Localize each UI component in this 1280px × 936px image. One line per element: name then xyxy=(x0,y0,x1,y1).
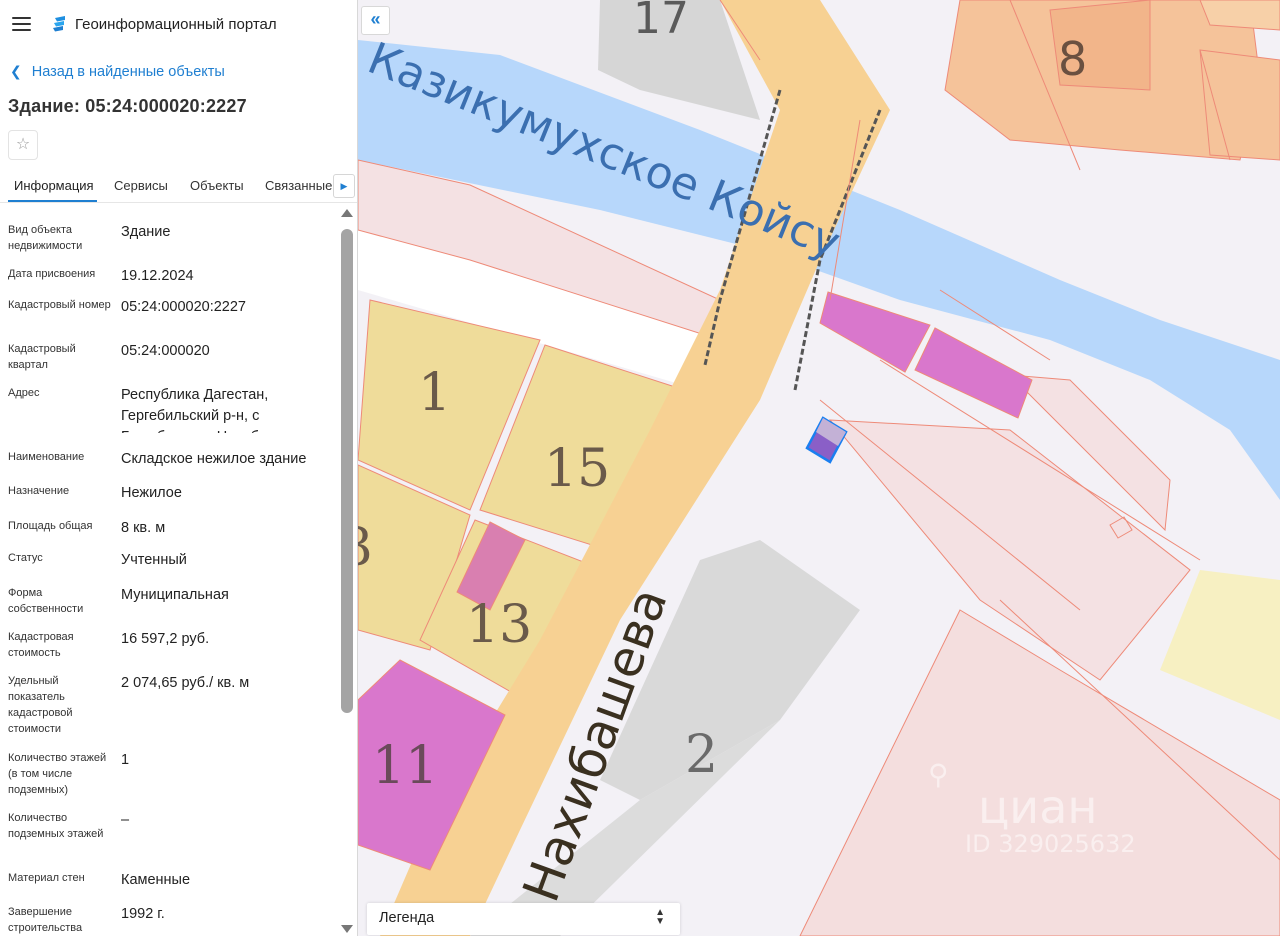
sort-arrows-icon: ▲ ▼ xyxy=(655,907,665,927)
parcel-number-1: 1 xyxy=(418,363,451,423)
parcel-number-17: 17 xyxy=(633,0,689,44)
active-tab-indicator xyxy=(8,200,97,202)
property-value: Складское нежилое здание xyxy=(121,451,307,467)
parcel-number-3: 3 xyxy=(358,518,373,578)
property-label: Количество подземных этажей xyxy=(8,812,104,840)
top-bar: Геоинформационный портал xyxy=(0,0,357,50)
location-pin-icon: ⚲ xyxy=(928,758,949,791)
app-title: Геоинформационный портал xyxy=(75,16,277,33)
portal-logo-icon xyxy=(53,16,65,32)
property-value: 19.12.2024 xyxy=(121,268,194,284)
property-label: Кадастровая стоимость xyxy=(8,631,74,659)
properties-scrollbar[interactable] xyxy=(340,207,354,936)
tab-information[interactable]: Информация xyxy=(14,178,94,193)
property-label: Удельный показатель кадастровой стоимост… xyxy=(8,675,73,735)
hamburger-icon[interactable] xyxy=(12,17,31,31)
property-value: Здание xyxy=(121,224,171,240)
chevron-right-icon: ▶ xyxy=(340,181,348,191)
property-label: Материал стен xyxy=(8,872,85,884)
object-title: Здание: 05:24:000020:2227 xyxy=(8,96,247,116)
property-label: Статус xyxy=(8,552,43,564)
parcel-number-8: 8 xyxy=(1058,32,1087,86)
cadastral-map[interactable]: 17 8 1 15 13 11 2 3 Казикумухское Койсу … xyxy=(358,0,1280,936)
collapse-panel-button[interactable]: « xyxy=(361,6,390,35)
property-value: Учтенный xyxy=(121,552,187,568)
orange-parcel xyxy=(1199,49,1280,161)
property-value: 2 074,65 руб./ кв. м xyxy=(121,675,250,691)
property-label: Площадь общая xyxy=(8,520,93,532)
property-label: Наименование xyxy=(8,451,85,463)
property-label: Количество этажей (в том числе подземных… xyxy=(8,752,107,796)
scroll-up-arrow-icon[interactable] xyxy=(341,209,353,217)
back-link-label: Назад в найденные объекты xyxy=(31,63,225,80)
watermark-brand: циан xyxy=(978,780,1098,834)
scroll-down-arrow-icon[interactable] xyxy=(341,925,353,933)
double-chevron-left-icon: « xyxy=(370,9,381,29)
property-value: 1 xyxy=(121,752,130,768)
property-label: Кадастровый номер xyxy=(8,299,111,311)
property-label: Вид объекта недвижимости xyxy=(8,224,83,252)
property-value: Муниципальная xyxy=(121,587,229,603)
favorite-button[interactable]: ☆ xyxy=(8,130,38,160)
watermark-id: ID 329025632 xyxy=(965,830,1136,858)
property-label: Форма собственности xyxy=(8,587,84,615)
tab-related[interactable]: Связанные xyxy=(265,178,332,193)
property-value: 05:24:000020 xyxy=(121,343,210,359)
orange-parcel xyxy=(1199,0,1280,31)
back-to-results-link[interactable]: ❮ Назад в найденные объекты xyxy=(10,63,225,80)
tab-services[interactable]: Сервисы xyxy=(114,178,168,193)
property-value: Республика Дагестан, Гергебильский р-н, … xyxy=(121,387,302,433)
property-value: 05:24:000020:2227 xyxy=(121,299,246,315)
parcel-number-15: 15 xyxy=(544,439,610,499)
property-value: Нежилое xyxy=(121,485,182,501)
tabs-scroll-right-button[interactable]: ▶ xyxy=(333,174,355,198)
info-panel: Геоинформационный портал ❮ Назад в найде… xyxy=(0,0,358,936)
property-value: – xyxy=(121,812,130,828)
property-label: Дата присвоения xyxy=(8,268,96,280)
legend-label: Легенда xyxy=(379,910,435,926)
properties-list: Вид объекта недвижимости Здание Дата при… xyxy=(0,206,338,936)
property-value: 16 597,2 руб. xyxy=(121,631,210,647)
property-label: Адрес xyxy=(8,387,40,399)
property-label: Завершение строительства xyxy=(8,906,83,934)
map-canvas[interactable]: 17 8 1 15 13 11 2 3 Казикумухское Койсу … xyxy=(358,0,1280,936)
scroll-thumb[interactable] xyxy=(341,229,353,713)
parcel-number-13: 13 xyxy=(466,595,532,655)
parcel-number-11: 11 xyxy=(372,736,438,796)
chevron-left-icon: ❮ xyxy=(10,63,22,79)
tab-bar: Информация Сервисы Объекты Связанные ▶ xyxy=(0,172,357,203)
property-label: Назначение xyxy=(8,485,70,497)
legend-dropdown[interactable]: Легенда ▲ ▼ xyxy=(367,903,680,935)
star-icon: ☆ xyxy=(15,136,31,153)
parcel-number-2: 2 xyxy=(685,725,718,785)
property-label: Кадастровый квартал xyxy=(8,343,76,371)
property-value: 8 кв. м xyxy=(121,520,166,536)
property-value: 1992 г. xyxy=(121,906,165,922)
property-value: Каменные xyxy=(121,872,191,888)
tab-objects[interactable]: Объекты xyxy=(190,178,244,193)
